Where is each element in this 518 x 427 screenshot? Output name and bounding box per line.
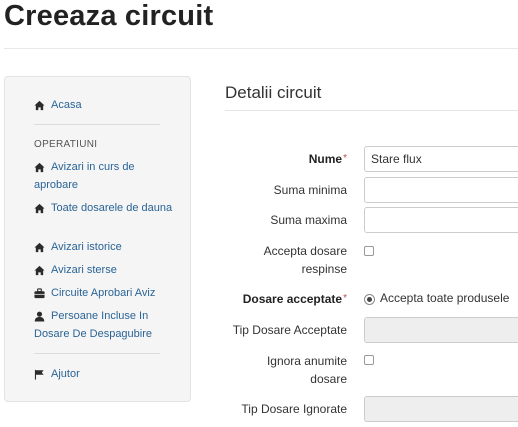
home-icon xyxy=(34,100,45,111)
suma-maxima-label: Suma maxima xyxy=(270,213,347,227)
nume-input[interactable] xyxy=(364,146,518,172)
tip-dosare-acceptate-label: Tip Dosare Acceptate xyxy=(232,323,347,337)
sidebar-item-avizari-sterse[interactable]: Avizari sterse xyxy=(34,262,174,280)
sidebar-item-acasa[interactable]: Acasa xyxy=(34,97,174,115)
accepta-toate-produsele-radio[interactable] xyxy=(364,294,375,305)
dosare-acceptate-label: Dosare acceptate* xyxy=(242,292,347,306)
required-mark: * xyxy=(343,293,347,304)
home-icon xyxy=(34,203,45,214)
sidebar-item-label: Acasa xyxy=(51,99,82,111)
sidebar-item-persoane-incluse[interactable]: Persoane Incluse In Dosare De Despagubir… xyxy=(34,308,174,343)
sidebar-item-label: Toate dosarele de dauna xyxy=(51,202,173,214)
section-divider xyxy=(225,110,518,111)
sidebar-item-label: Avizari sterse xyxy=(51,264,117,276)
sidebar-item-toate-dosarele[interactable]: Toate dosarele de dauna xyxy=(34,200,174,218)
required-mark: * xyxy=(343,153,347,164)
sidebar-divider xyxy=(34,124,160,125)
user-icon xyxy=(34,311,45,322)
flag-icon xyxy=(34,369,44,380)
sidebar-divider xyxy=(34,353,160,354)
sidebar-item-label: Ajutor xyxy=(51,368,80,380)
suma-maxima-input[interactable] xyxy=(364,207,518,233)
sidebar-item-avizari-istorice[interactable]: Avizari istorice xyxy=(34,239,174,257)
ignora-anumite-dosare-checkbox[interactable] xyxy=(364,355,374,365)
accepta-dosare-respinse-label: Accepta dosare respinse xyxy=(263,244,347,276)
sidebar-item-avizari-in-curs[interactable]: Avizari in curs de aprobare xyxy=(34,159,174,194)
sidebar-item-circuite-aprobari[interactable]: Circuite Aprobari Aviz xyxy=(34,285,174,303)
sidebar-item-label: Avizari in curs de aprobare xyxy=(34,161,135,191)
sidebar-item-label: Circuite Aprobari Aviz xyxy=(51,287,156,299)
sidebar-item-ajutor[interactable]: Ajutor xyxy=(34,366,174,384)
accepta-toate-produsele-label: Accepta toate produsele xyxy=(380,291,510,305)
tip-dosare-ignorate-input[interactable] xyxy=(364,396,518,422)
home-icon xyxy=(34,162,45,173)
suma-minima-label: Suma minima xyxy=(273,183,347,197)
page-title: Creeaza circuit xyxy=(4,0,214,32)
tip-dosare-ignorate-label: Tip Dosare Ignorate xyxy=(241,402,347,416)
suma-minima-input[interactable] xyxy=(364,177,518,203)
sidebar-item-label: Avizari istorice xyxy=(51,241,122,253)
tip-dosare-acceptate-input[interactable] xyxy=(364,317,518,343)
ignora-anumite-dosare-label: Ignora anumite dosare xyxy=(266,354,347,386)
sidebar: Acasa OPERATIUNI Avizari in curs de apro… xyxy=(4,76,191,402)
home-icon xyxy=(34,242,45,253)
title-divider xyxy=(4,48,518,49)
section-title: Detalii circuit xyxy=(225,83,322,102)
accepta-dosare-respinse-checkbox[interactable] xyxy=(364,246,374,256)
nume-label: Nume* xyxy=(308,152,347,166)
sidebar-section-header: OPERATIUNI xyxy=(34,139,98,150)
home-icon xyxy=(34,265,45,276)
briefcase-icon xyxy=(34,288,45,299)
sidebar-item-label: Persoane Incluse In Dosare De Despagubir… xyxy=(34,310,153,340)
